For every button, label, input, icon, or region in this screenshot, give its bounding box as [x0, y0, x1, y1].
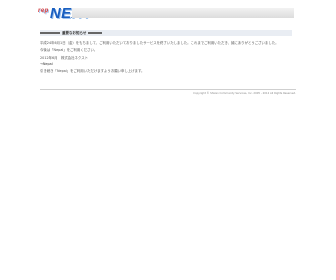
- nepal-link[interactable]: →Nepal: [40, 62, 290, 66]
- notice-paragraph-3: 2012年6月 株式会社ネクスト: [40, 55, 88, 60]
- header: repNEXT: [0, 0, 336, 24]
- title-decoration-left: [40, 32, 60, 34]
- notice-title: 重要なお知らせ: [62, 30, 87, 35]
- notice-paragraph-4: 引き続き「Nepal」をご利用いただけますようお願い申し上げます。: [40, 69, 145, 74]
- footer: Copyright © Shizen Community Services, I…: [40, 89, 296, 95]
- title-decoration-right: [88, 32, 103, 34]
- logo-prefix: rep: [38, 8, 49, 14]
- notice-paragraph-2: 今後は「Nepal」をご利用ください。: [40, 48, 98, 53]
- notice-section: 重要なお知らせ 平成24年6月1日（金）をもちまして、ご利用いただいておりました…: [40, 30, 292, 74]
- copyright-text: Copyright © Shizen Community Services, I…: [193, 92, 296, 95]
- notice-paragraph-1: 平成24年6月1日（金）をもちまして、ご利用いただいておりましたサービスを終了い…: [40, 41, 279, 45]
- notice-title-row: 重要なお知らせ: [40, 30, 292, 36]
- header-bar: [72, 8, 294, 18]
